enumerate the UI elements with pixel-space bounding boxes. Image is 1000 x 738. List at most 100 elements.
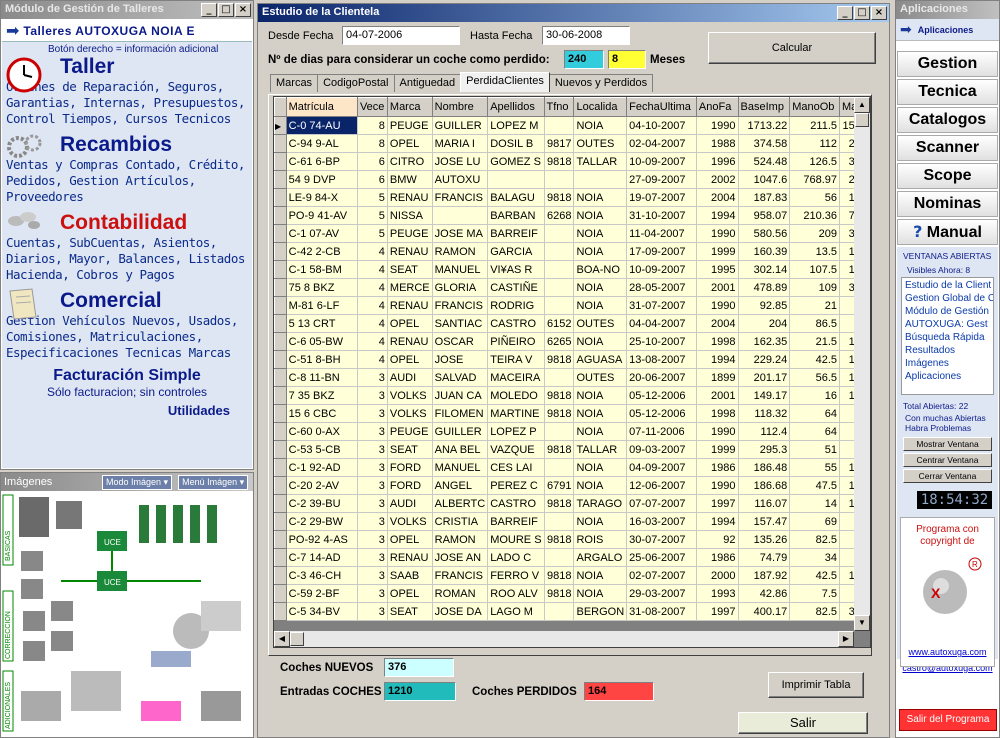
minimize-button[interactable]: _ bbox=[201, 3, 217, 17]
table-cell[interactable] bbox=[544, 278, 575, 297]
table-cell[interactable]: 42.86 bbox=[738, 584, 791, 603]
table-cell[interactable]: LADO C bbox=[487, 548, 545, 567]
table-cell[interactable]: NOIA bbox=[573, 224, 628, 243]
table-cell[interactable]: LOPEZ P bbox=[487, 422, 545, 441]
table-cell[interactable]: 4 bbox=[357, 314, 388, 333]
table-cell[interactable]: LAGO M bbox=[487, 602, 545, 621]
table-cell[interactable]: 3 bbox=[357, 548, 388, 567]
column-header[interactable]: BaseImp bbox=[737, 97, 791, 117]
column-header[interactable]: AnoFa bbox=[695, 97, 739, 117]
table-cell[interactable] bbox=[544, 170, 575, 189]
open-windows-list[interactable]: Estudio de la Client Gestion Global de CM… bbox=[901, 277, 994, 395]
table-cell[interactable]: 302.14 bbox=[738, 260, 791, 279]
table-cell[interactable]: 92 bbox=[696, 530, 739, 549]
table-cell[interactable]: NOIA bbox=[573, 278, 628, 297]
scroll-right-button[interactable]: ▶ bbox=[838, 631, 854, 647]
table-cell[interactable]: 56.5 bbox=[789, 368, 840, 387]
open-window-item[interactable]: Búsqueda Rápida bbox=[905, 331, 990, 344]
column-header[interactable]: Marca bbox=[386, 97, 433, 117]
section-recambios[interactable]: Recambios Ventas y Compras Contado, Créd… bbox=[2, 133, 252, 205]
row-indicator[interactable] bbox=[274, 548, 287, 567]
table-cell[interactable]: 51 bbox=[789, 440, 840, 459]
table-cell[interactable]: SAAB bbox=[387, 566, 433, 585]
table-cell[interactable]: 11-04-2007 bbox=[626, 224, 697, 243]
table-cell[interactable]: MERCE bbox=[387, 278, 433, 297]
table-cell[interactable]: 210.36 bbox=[789, 206, 840, 225]
table-cell[interactable]: CITRO bbox=[387, 152, 433, 171]
table-cell[interactable]: 6 bbox=[357, 152, 388, 171]
table-cell[interactable]: 112.4 bbox=[738, 422, 791, 441]
table-cell[interactable]: 21.5 bbox=[789, 332, 840, 351]
section-title[interactable]: Recambios bbox=[60, 133, 252, 157]
table-cell[interactable]: PEUGE bbox=[387, 116, 433, 135]
table-cell[interactable]: NOIA bbox=[573, 566, 628, 585]
table-cell[interactable]: 116.07 bbox=[738, 494, 791, 513]
table-row[interactable]: 5 13 CRT 4 OPEL SANTIAC CASTRO 6152 OUTES 04-04… bbox=[274, 314, 870, 333]
table-cell[interactable]: 1899 bbox=[696, 368, 739, 387]
table-cell[interactable]: 160.39 bbox=[738, 242, 791, 261]
table-cell[interactable]: AUTOXU bbox=[432, 170, 489, 189]
row-indicator[interactable] bbox=[274, 188, 287, 207]
table-cell[interactable]: 1995 bbox=[696, 260, 739, 279]
table-cell[interactable]: ROIS bbox=[573, 530, 628, 549]
table-cell[interactable]: 7.5 bbox=[789, 584, 840, 603]
table-cell[interactable]: 3 bbox=[357, 458, 388, 477]
table-cell[interactable]: RAMON bbox=[432, 530, 489, 549]
maximize-button[interactable]: □ bbox=[854, 6, 870, 20]
scroll-left-button[interactable]: ◀ bbox=[274, 631, 290, 647]
table-cell[interactable]: 9818 bbox=[544, 440, 575, 459]
table-row[interactable]: 54 9 DVP 6 BMW AUTOXU 27-09-2007 2002 1047.6 76… bbox=[274, 170, 870, 189]
maximize-button[interactable]: □ bbox=[218, 3, 234, 17]
table-cell[interactable]: CASTRO bbox=[487, 314, 545, 333]
table-cell[interactable]: 31-08-2007 bbox=[626, 602, 697, 621]
table-cell[interactable]: GARCIA bbox=[487, 242, 545, 261]
table-cell[interactable]: BARREIF bbox=[487, 224, 545, 243]
column-header[interactable]: Apellidos bbox=[487, 97, 545, 117]
table-cell[interactable]: 1994 bbox=[696, 512, 739, 531]
section-comercial[interactable]: Comercial Gestion Vehículos Nuevos, Usad… bbox=[2, 288, 252, 361]
table-cell[interactable]: 19-07-2007 bbox=[626, 188, 697, 207]
table-cell[interactable]: C-5 34-BV bbox=[286, 602, 358, 621]
row-indicator[interactable] bbox=[274, 152, 287, 171]
row-indicator[interactable] bbox=[274, 458, 287, 477]
table-cell[interactable]: 3 bbox=[357, 404, 388, 423]
table-cell[interactable]: JOSE DA bbox=[432, 602, 489, 621]
table-cell[interactable]: NOIA bbox=[573, 242, 628, 261]
table-cell[interactable]: 16 bbox=[789, 386, 840, 405]
table-cell[interactable]: MANUEL bbox=[432, 260, 489, 279]
table-row[interactable]: C-2 29-BW 3 VOLKS CRISTIA BARREIF NOIA 16-03-2… bbox=[274, 512, 870, 531]
table-cell[interactable]: 1986 bbox=[696, 458, 739, 477]
table-cell[interactable]: JOSE LU bbox=[432, 152, 489, 171]
table-cell[interactable]: 1998 bbox=[696, 332, 739, 351]
section-contabilidad[interactable]: Contabilidad Cuentas, SubCuentas, Asient… bbox=[2, 211, 252, 283]
current-row-indicator-icon[interactable]: ▶ bbox=[274, 116, 287, 135]
table-cell[interactable]: 4 bbox=[357, 350, 388, 369]
table-cell[interactable]: C-6 05-BW bbox=[286, 332, 358, 351]
table-cell[interactable]: 1999 bbox=[696, 242, 739, 261]
table-cell[interactable]: PIÑEIRO bbox=[487, 332, 545, 351]
table-cell[interactable]: TALLAR bbox=[573, 152, 628, 171]
table-row[interactable]: C-42 2-CB 4 RENAU RAMON GARCIA NOIA 17-09-2007… bbox=[274, 242, 870, 261]
table-cell[interactable]: 1997 bbox=[696, 494, 739, 513]
table-cell[interactable]: NOIA bbox=[573, 332, 628, 351]
table-cell[interactable]: 21 bbox=[789, 296, 840, 315]
table-cell[interactable]: 4 bbox=[357, 278, 388, 297]
table-cell[interactable]: BARBAN bbox=[487, 206, 545, 225]
table-cell[interactable]: 05-12-2006 bbox=[626, 404, 697, 423]
table-cell[interactable]: 4 bbox=[357, 242, 388, 261]
table-cell[interactable]: OPEL bbox=[387, 350, 433, 369]
table-cell[interactable]: SEAT bbox=[387, 602, 433, 621]
table-cell[interactable]: 1047.6 bbox=[738, 170, 791, 189]
row-indicator[interactable] bbox=[274, 404, 287, 423]
table-cell[interactable]: PEUGE bbox=[387, 422, 433, 441]
table-cell[interactable]: VI¥AS R bbox=[487, 260, 545, 279]
table-cell[interactable]: C-51 8-BH bbox=[286, 350, 358, 369]
table-cell[interactable]: 05-12-2006 bbox=[626, 386, 697, 405]
table-cell[interactable]: DOSIL B bbox=[487, 134, 545, 153]
table-cell[interactable]: AGUASA bbox=[573, 350, 628, 369]
table-cell[interactable]: 4 bbox=[357, 296, 388, 315]
table-cell[interactable]: GUILLER bbox=[432, 116, 489, 135]
table-row[interactable]: M-81 6-LF 4 RENAU FRANCIS RODRIG NOIA 31-07-20… bbox=[274, 296, 870, 315]
table-cell[interactable]: 54 9 DVP bbox=[286, 170, 358, 189]
open-window-item[interactable]: Módulo de Gestión bbox=[905, 305, 990, 318]
